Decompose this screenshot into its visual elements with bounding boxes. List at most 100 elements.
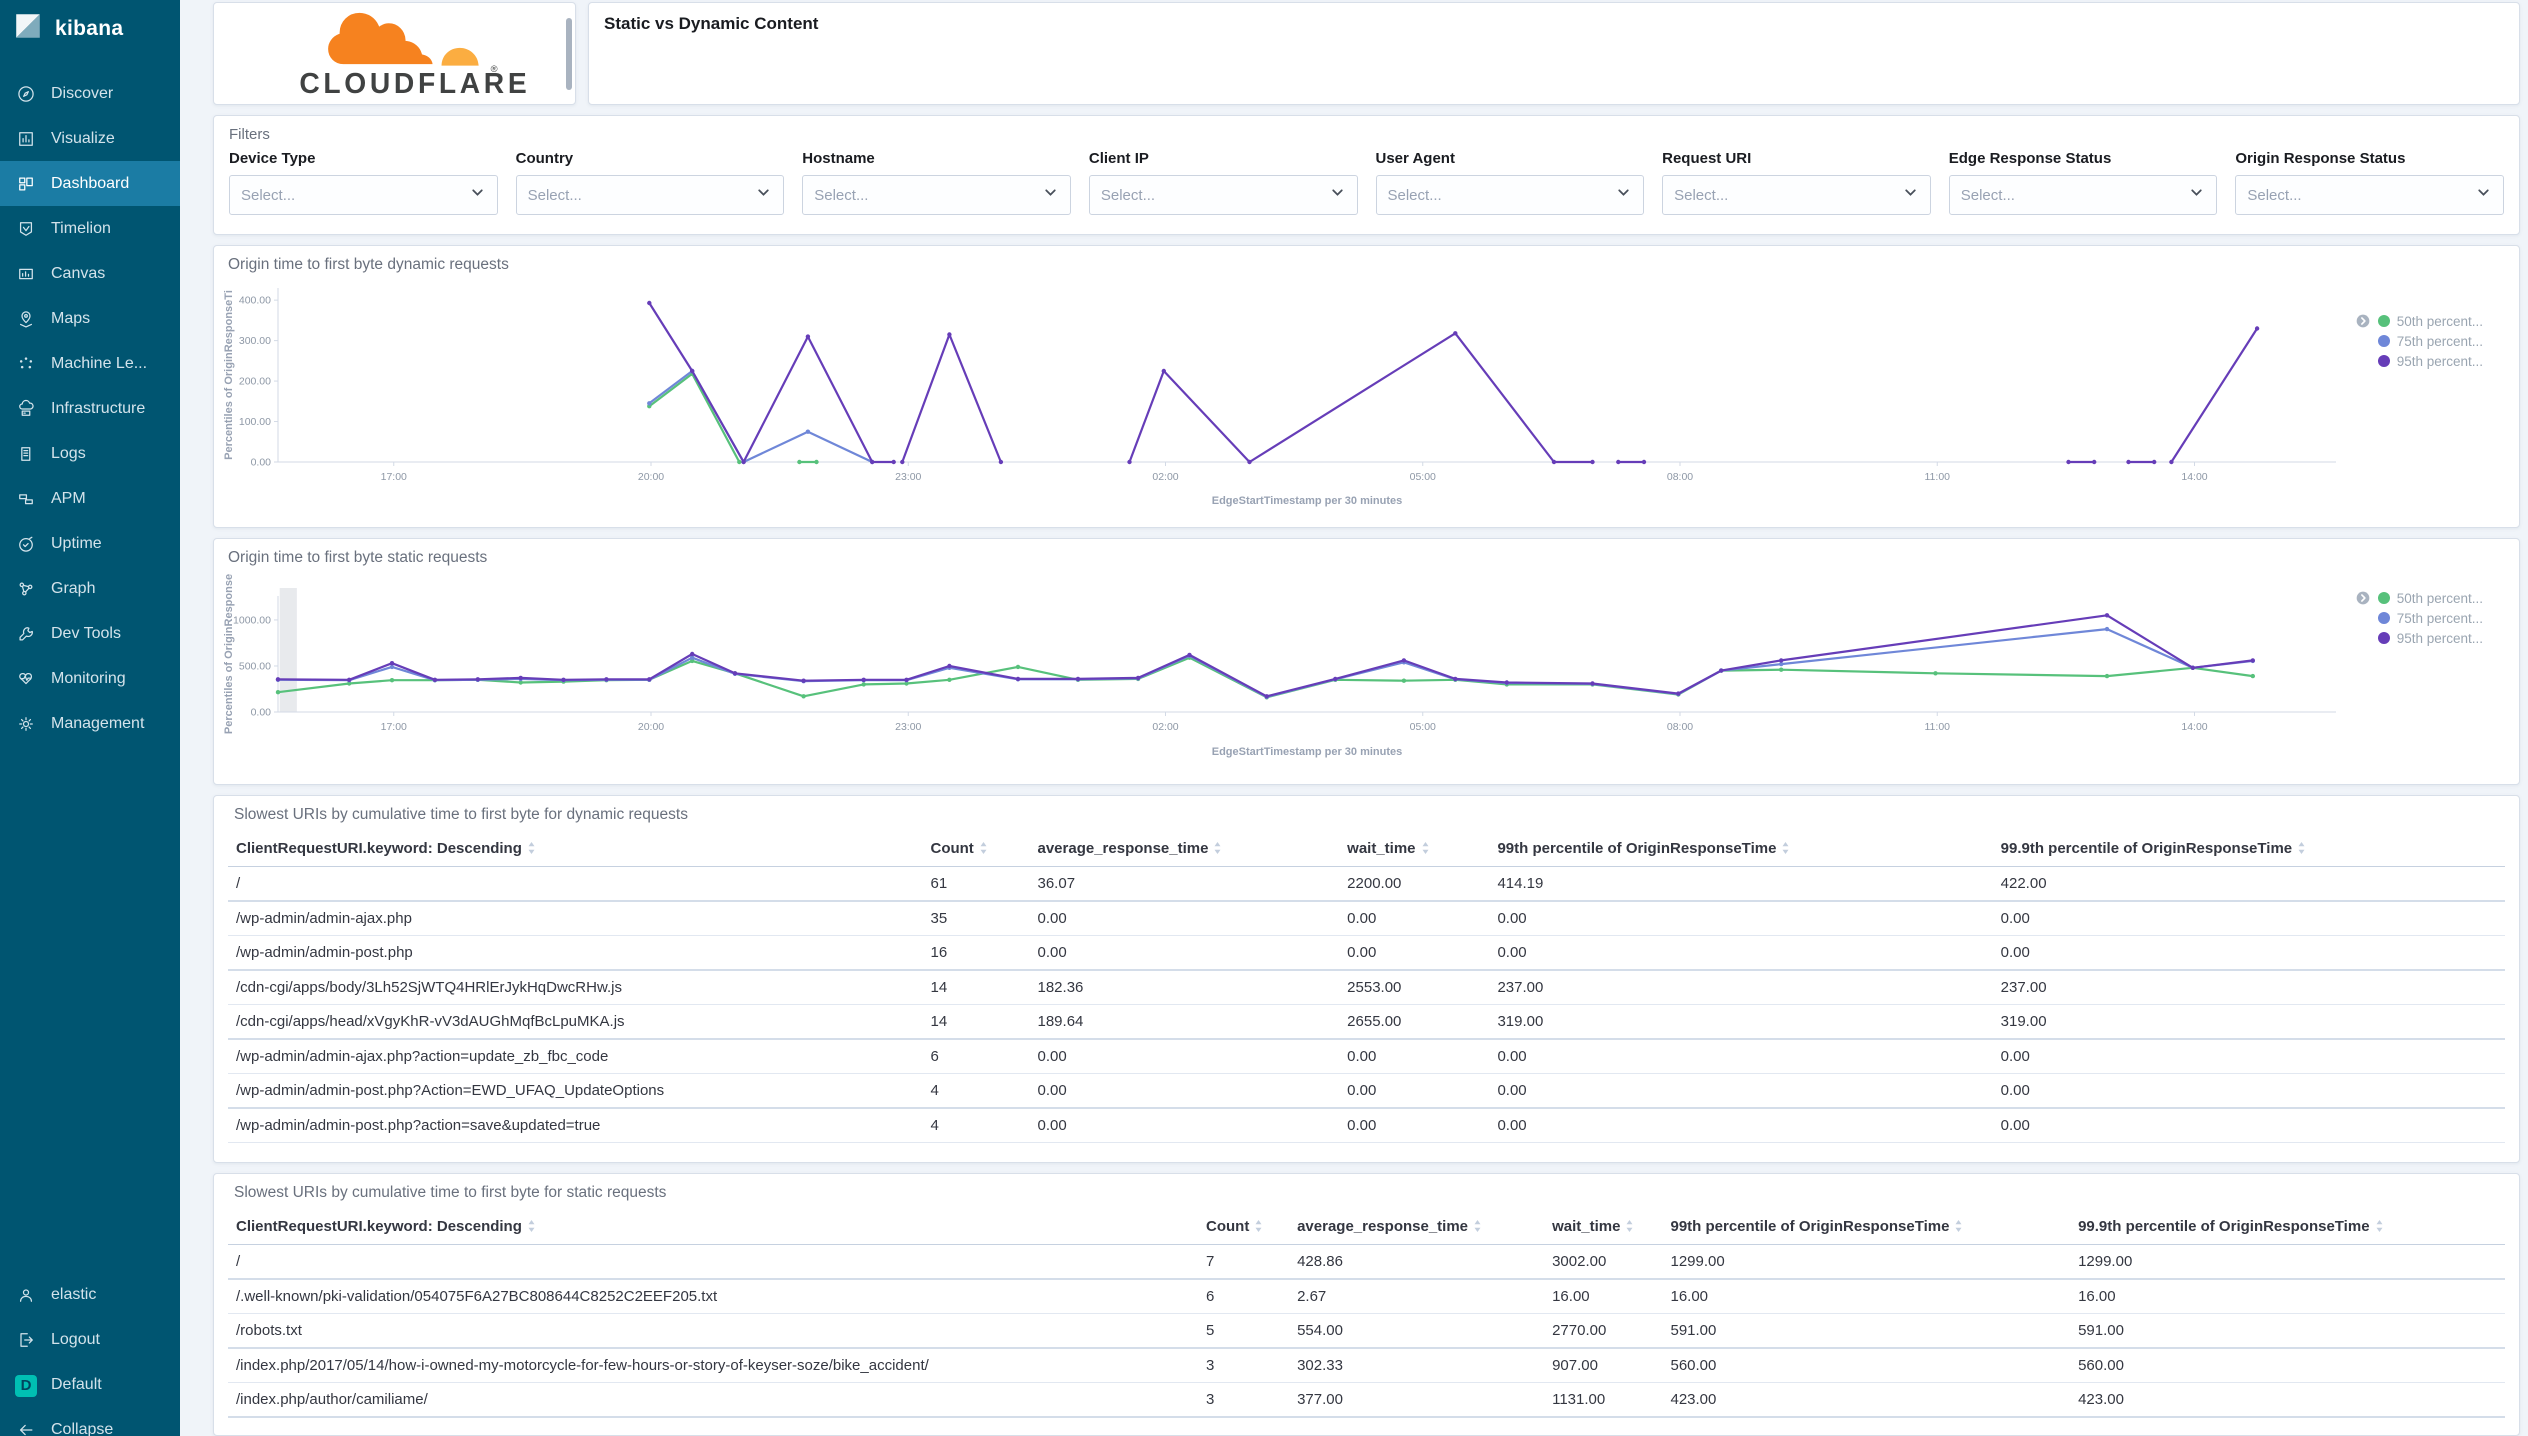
sidebar-item-visualize[interactable]: Visualize (0, 116, 180, 161)
table-cell: 0.00 (1029, 1108, 1340, 1143)
sidebar-footer-label: Default (51, 1375, 102, 1393)
filter-select-country[interactable]: Select... (515, 175, 785, 215)
sort-icon[interactable] (522, 840, 536, 857)
sidebar-footer-item-default[interactable]: D Default (0, 1362, 180, 1407)
sidebar-item-machine-le[interactable]: Machine Le... (0, 341, 180, 386)
dynamic_ttfb-plot[interactable]: 0.00 100.00 200.00 300.00 400.00 17:00 20:00 23… (222, 280, 2513, 523)
sort-icon[interactable] (1620, 1218, 1634, 1235)
table-cell: 4 (922, 1073, 1030, 1109)
sidebar-item-canvas[interactable]: Canvas (0, 251, 180, 296)
table-cell: 907.00 (1544, 1348, 1663, 1383)
chevron-down-icon (2188, 184, 2205, 206)
table-cell: 0.00 (1339, 1073, 1490, 1109)
legend-label: 95th percent... (2396, 630, 2483, 646)
table-cell: 0.00 (1489, 1073, 1993, 1109)
table-row: /wp-admin/admin-ajax.php?action=...40.00… (228, 1142, 2505, 1148)
legend-label: 50th percent... (2396, 590, 2483, 606)
table-cell: 0.00 (1992, 935, 2505, 971)
sort-icon[interactable] (1468, 1218, 1482, 1235)
table-cell: 61 (922, 866, 1030, 902)
kibana-home-link[interactable]: kibana (0, 0, 180, 57)
sort-icon[interactable] (1208, 840, 1222, 857)
cloudflare-logo: CLOUDFLARE ® (262, 5, 527, 102)
column-header-99-9th-percentile-of-originresponsetime[interactable]: 99.9th percentile of OriginResponseTime (2070, 1208, 2505, 1245)
legend-item-50th-percent[interactable]: 50th percent... (2355, 312, 2483, 330)
column-header-99th-percentile-of-originresponsetime[interactable]: 99th percentile of OriginResponseTime (1662, 1208, 2071, 1245)
dashboard-top-row: CLOUDFLARE ® Static vs Dynamic Content (213, 2, 2520, 105)
sidebar-item-dashboard[interactable]: Dashboard (0, 161, 180, 206)
sidebar-item-apm[interactable]: APM (0, 476, 180, 521)
table-cell: 422.00 (1992, 866, 2505, 902)
filter-select-device-type[interactable]: Select... (229, 175, 498, 215)
legend-item-75th-percent[interactable]: 75th percent... (2355, 609, 2483, 627)
sidebar-item-management[interactable]: Management (0, 701, 180, 746)
sidebar-item-monitoring[interactable]: Monitoring (0, 656, 180, 701)
select-placeholder: Select... (1387, 186, 1442, 204)
column-header-clientrequesturi-keyword-descending[interactable]: ClientRequestURI.keyword: Descending (228, 830, 923, 867)
sidebar-item-logs[interactable]: Logs (0, 431, 180, 476)
static_ttfb-plot[interactable]: 0.00 500.00 1000.00 17:00 20:00 23:00 02:00 05:… (222, 573, 2513, 780)
legend-item-50th-percent[interactable]: 50th percent... (2355, 589, 2483, 607)
table-cell: 182.36 (1029, 970, 1340, 1005)
filter-select-request-uri[interactable]: Select... (1662, 175, 1931, 215)
filter-select-user-agent[interactable]: Select... (1375, 175, 1645, 215)
select-placeholder: Select... (1674, 186, 1729, 204)
table-cell: 16.00 (1662, 1279, 2071, 1314)
column-header-clientrequesturi-keyword-descending[interactable]: ClientRequestURI.keyword: Descending (228, 1208, 1198, 1245)
sort-icon[interactable] (1249, 1218, 1263, 1235)
filter-select-edge-response-status[interactable]: Select... (1948, 175, 2218, 215)
chart-legend: 50th percent... 75th percent... 95th perce… (2355, 589, 2483, 647)
sidebar-item-maps[interactable]: Maps (0, 296, 180, 341)
column-header-average-response-time[interactable]: average_response_time (1029, 830, 1340, 867)
column-header-count[interactable]: Count (1198, 1208, 1290, 1245)
filter-select-origin-response-status[interactable]: Select... (2235, 175, 2504, 215)
legend-item-95th-percent[interactable]: 95th percent... (2355, 629, 2483, 647)
column-header-wait-time[interactable]: wait_time (1339, 830, 1490, 867)
sort-icon[interactable] (2370, 1218, 2384, 1235)
sort-icon[interactable] (974, 840, 988, 857)
management-icon (16, 714, 36, 734)
table-cell: 0.00 (1489, 1108, 1993, 1143)
legend-expand-icon[interactable] (2355, 313, 2371, 329)
sort-icon[interactable] (2292, 840, 2306, 857)
svg-text:20:00: 20:00 (638, 721, 664, 733)
sidebar-item-uptime[interactable]: Uptime (0, 521, 180, 566)
sidebar-item-infrastructure[interactable]: Infrastructure (0, 386, 180, 431)
table-cell: 0.00 (1339, 1142, 1490, 1148)
column-header-average-response-time[interactable]: average_response_time (1289, 1208, 1545, 1245)
column-header-99-9th-percentile-of-originresponsetime[interactable]: 99.9th percentile of OriginResponseTime (1992, 830, 2505, 867)
table-cell: 6 (1198, 1279, 1290, 1314)
sort-icon[interactable] (1776, 840, 1790, 857)
column-header-wait-time[interactable]: wait_time (1544, 1208, 1663, 1245)
legend-expand-icon[interactable] (2355, 590, 2371, 606)
sidebar-footer-item-logout[interactable]: Logout (0, 1317, 180, 1362)
filter-select-client-ip[interactable]: Select... (1088, 175, 1358, 215)
column-header-count[interactable]: Count (922, 830, 1030, 867)
slowest_static-table: ClientRequestURI.keyword: Descending Coun… (228, 1208, 2505, 1418)
table-cell: 16 (922, 935, 1030, 971)
sidebar-item-graph[interactable]: Graph (0, 566, 180, 611)
select-placeholder: Select... (2247, 186, 2302, 204)
table-cell: 237.00 (1489, 970, 1993, 1005)
static-ttfb-chart-panel: Origin time to first byte static request… (213, 538, 2520, 785)
sidebar-item-timelion[interactable]: Timelion (0, 206, 180, 251)
sidebar-footer-item-elastic[interactable]: elastic (0, 1272, 180, 1317)
filter-select-hostname[interactable]: Select... (802, 175, 1071, 215)
panel-scrollbar[interactable] (566, 18, 572, 90)
kibana-logo-icon (13, 11, 43, 46)
sidebar-item-label: Management (51, 714, 145, 732)
legend-item-75th-percent[interactable]: 75th percent... (2355, 332, 2483, 350)
sort-icon[interactable] (522, 1218, 536, 1235)
table-row: /wp-admin/admin-post.php?Action=EWD_UFAQ… (228, 1073, 2505, 1109)
sidebar-footer-item-collapse[interactable]: Collapse (0, 1407, 180, 1436)
sort-icon[interactable] (1949, 1218, 1963, 1235)
legend-item-95th-percent[interactable]: 95th percent... (2355, 352, 2483, 370)
table-cell: 2655.00 (1339, 1004, 1490, 1040)
sidebar-item-dev-tools[interactable]: Dev Tools (0, 611, 180, 656)
sidebar-item-discover[interactable]: Discover (0, 71, 180, 116)
space-default-badge: D (15, 1374, 37, 1397)
table-cell: 428.86 (1289, 1244, 1545, 1280)
sort-icon[interactable] (1416, 840, 1430, 857)
column-header-99th-percentile-of-originresponsetime[interactable]: 99th percentile of OriginResponseTime (1489, 830, 1993, 867)
svg-text:Percentiles of OriginResponseT: Percentiles of OriginResponseTi (223, 290, 235, 460)
